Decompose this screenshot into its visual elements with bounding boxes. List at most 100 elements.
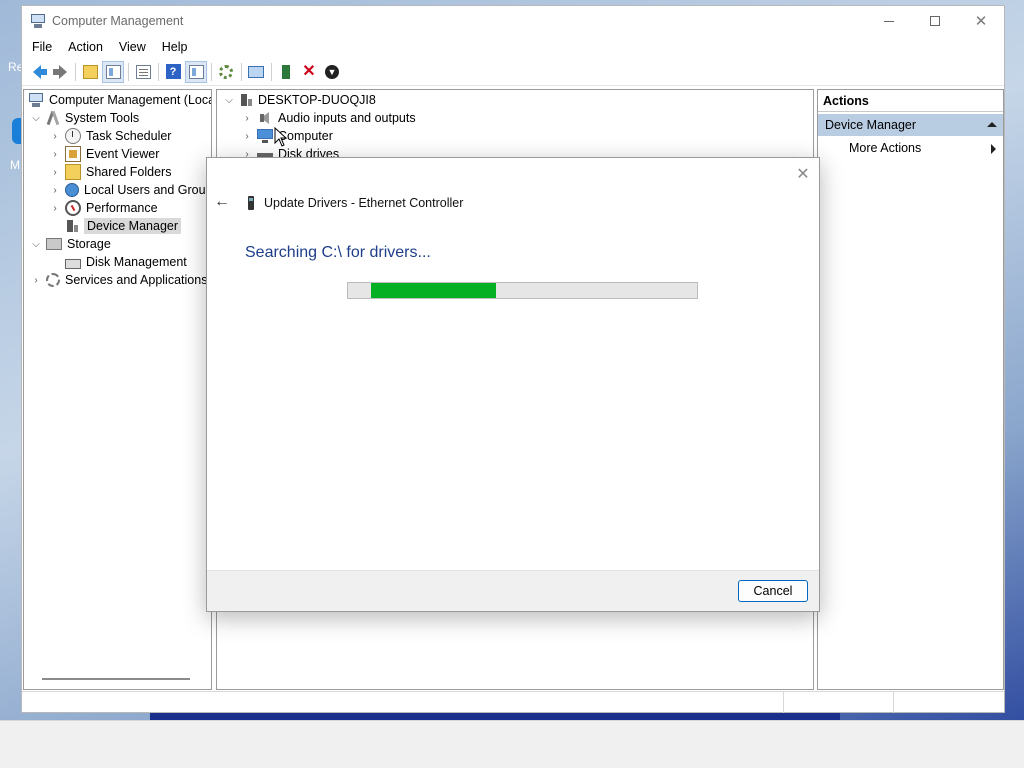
- chevron-right-icon[interactable]: ›: [49, 202, 61, 214]
- tree-node-performance[interactable]: › Performance: [49, 199, 158, 217]
- tree-label: Performance: [86, 201, 158, 215]
- dialog-close-button[interactable]: ✕: [795, 166, 811, 183]
- tree-label: Local Users and Groups: [84, 183, 212, 197]
- monitor-icon: [248, 65, 264, 78]
- tree-node-event-viewer[interactable]: › Event Viewer: [49, 145, 159, 163]
- device-node-audio[interactable]: › Audio inputs and outputs: [241, 109, 416, 127]
- update-drivers-dialog: ✕ ← Update Drivers - Ethernet Controller…: [206, 157, 820, 612]
- computer-management-icon: [28, 92, 44, 108]
- dialog-status-heading: Searching C:\ for drivers...: [245, 244, 431, 261]
- help-icon: ?: [165, 64, 181, 79]
- device-label: DESKTOP-DUOQJI8: [258, 93, 376, 107]
- close-icon: ✕: [974, 13, 988, 30]
- tree-node-services[interactable]: › Services and Applications: [30, 271, 207, 289]
- toolbar-separator: [241, 62, 242, 81]
- tools-icon: [46, 111, 60, 125]
- chevron-right-icon[interactable]: ›: [241, 130, 253, 142]
- up-one-level-button[interactable]: [79, 61, 101, 83]
- chevron-down-icon[interactable]: ⌵: [223, 94, 235, 106]
- menu-help[interactable]: Help: [154, 40, 196, 54]
- tree-label: System Tools: [65, 111, 140, 125]
- disk-icon: [65, 259, 81, 269]
- tree-node-local-users[interactable]: › Local Users and Groups: [49, 181, 212, 199]
- dialog-title: Update Drivers - Ethernet Controller: [264, 196, 464, 210]
- chevron-right-icon[interactable]: ›: [49, 166, 61, 178]
- monitor-icon: [257, 128, 273, 144]
- clock-icon: [65, 128, 81, 144]
- disable-icon: ▼: [325, 64, 339, 79]
- progress-fill: [370, 283, 497, 298]
- show-hide-tree-icon: [105, 64, 121, 79]
- title-bar[interactable]: Computer Management ✕: [22, 6, 1004, 36]
- tree-node-disk-management[interactable]: Disk Management: [65, 253, 187, 271]
- actions-section-device-manager[interactable]: Device Manager: [818, 114, 1003, 136]
- tree-node-root[interactable]: Computer Management (Local: [28, 91, 211, 109]
- chevron-down-icon[interactable]: ⌵: [30, 238, 42, 250]
- actions-section-label: Device Manager: [825, 118, 917, 132]
- users-icon: [65, 183, 79, 197]
- tree-label-selected: Device Manager: [84, 218, 182, 234]
- chevron-right-icon[interactable]: ›: [241, 112, 253, 124]
- maximize-button[interactable]: [912, 6, 958, 36]
- tree-node-shared-folders[interactable]: › Shared Folders: [49, 163, 171, 181]
- more-actions-item[interactable]: More Actions: [818, 136, 1003, 160]
- minimize-icon: [884, 20, 894, 22]
- uninstall-icon: ✕: [302, 62, 316, 80]
- chevron-right-icon[interactable]: ›: [30, 274, 42, 286]
- forward-button[interactable]: [49, 61, 71, 83]
- dialog-back-button[interactable]: ←: [214, 193, 230, 210]
- menu-action[interactable]: Action: [60, 40, 111, 54]
- tree-node-storage[interactable]: ⌵ Storage: [30, 235, 111, 253]
- actions-pane: Actions Device Manager More Actions: [817, 89, 1004, 690]
- tree-node-device-manager[interactable]: Device Manager: [65, 217, 182, 235]
- device-node-computer-name[interactable]: ⌵ DESKTOP-DUOQJI8: [223, 91, 376, 109]
- network-adapter-icon: [247, 196, 255, 210]
- toolbar-separator: [128, 62, 129, 81]
- dialog-footer: Cancel: [207, 570, 819, 611]
- computer-device-icon: [239, 93, 253, 107]
- speaker-icon: [257, 110, 273, 126]
- toolbar-separator: [271, 62, 272, 81]
- chevron-down-icon[interactable]: ⌵: [30, 112, 42, 124]
- show-hide-console-tree-button[interactable]: [102, 60, 124, 83]
- maximize-icon: [930, 16, 940, 26]
- disable-device-button[interactable]: ▼: [321, 61, 343, 83]
- monitor-button[interactable]: [245, 61, 267, 83]
- storage-icon: [46, 238, 62, 250]
- toolbar-separator: [211, 62, 212, 81]
- tree-label: Services and Applications: [65, 273, 208, 287]
- uninstall-device-button[interactable]: ✕: [298, 61, 320, 83]
- shared-folder-icon: [65, 164, 81, 180]
- menu-file[interactable]: File: [24, 40, 60, 54]
- cancel-button[interactable]: Cancel: [738, 580, 808, 602]
- scan-hardware-icon: [219, 64, 233, 79]
- tree-node-system-tools[interactable]: ⌵ System Tools: [30, 109, 139, 127]
- status-segment: [784, 692, 894, 713]
- back-button[interactable]: [26, 61, 48, 83]
- chevron-right-icon[interactable]: ›: [49, 130, 61, 142]
- show-hide-action-pane-button[interactable]: [185, 60, 207, 83]
- help-button[interactable]: ?: [162, 61, 184, 83]
- tree-label: Shared Folders: [86, 165, 172, 179]
- console-tree-pane[interactable]: Computer Management (Local ⌵ System Tool…: [23, 89, 212, 690]
- desktop-icon-label-2[interactable]: M: [10, 158, 20, 172]
- toolbar: ? ✕ ▼: [22, 58, 1004, 86]
- close-icon: ✕: [796, 166, 810, 183]
- update-driver-button[interactable]: [275, 61, 297, 83]
- tree-node-task-scheduler[interactable]: › Task Scheduler: [49, 127, 171, 145]
- properties-button[interactable]: [132, 61, 154, 83]
- horizontal-scrollbar[interactable]: [42, 678, 190, 680]
- chevron-right-icon[interactable]: ›: [49, 148, 61, 160]
- scan-hardware-button[interactable]: [215, 61, 237, 83]
- submenu-arrow-icon: [991, 144, 996, 154]
- chevron-right-icon[interactable]: ›: [49, 184, 61, 196]
- toolbar-separator: [158, 62, 159, 81]
- device-label: Audio inputs and outputs: [278, 111, 416, 125]
- collapse-icon[interactable]: [987, 122, 997, 127]
- close-button[interactable]: ✕: [958, 6, 1004, 36]
- cursor-arrow-icon: [274, 127, 288, 147]
- menu-view[interactable]: View: [111, 40, 154, 54]
- tree-label: Storage: [67, 237, 111, 251]
- window-title: Computer Management: [52, 14, 184, 28]
- minimize-button[interactable]: [866, 6, 912, 36]
